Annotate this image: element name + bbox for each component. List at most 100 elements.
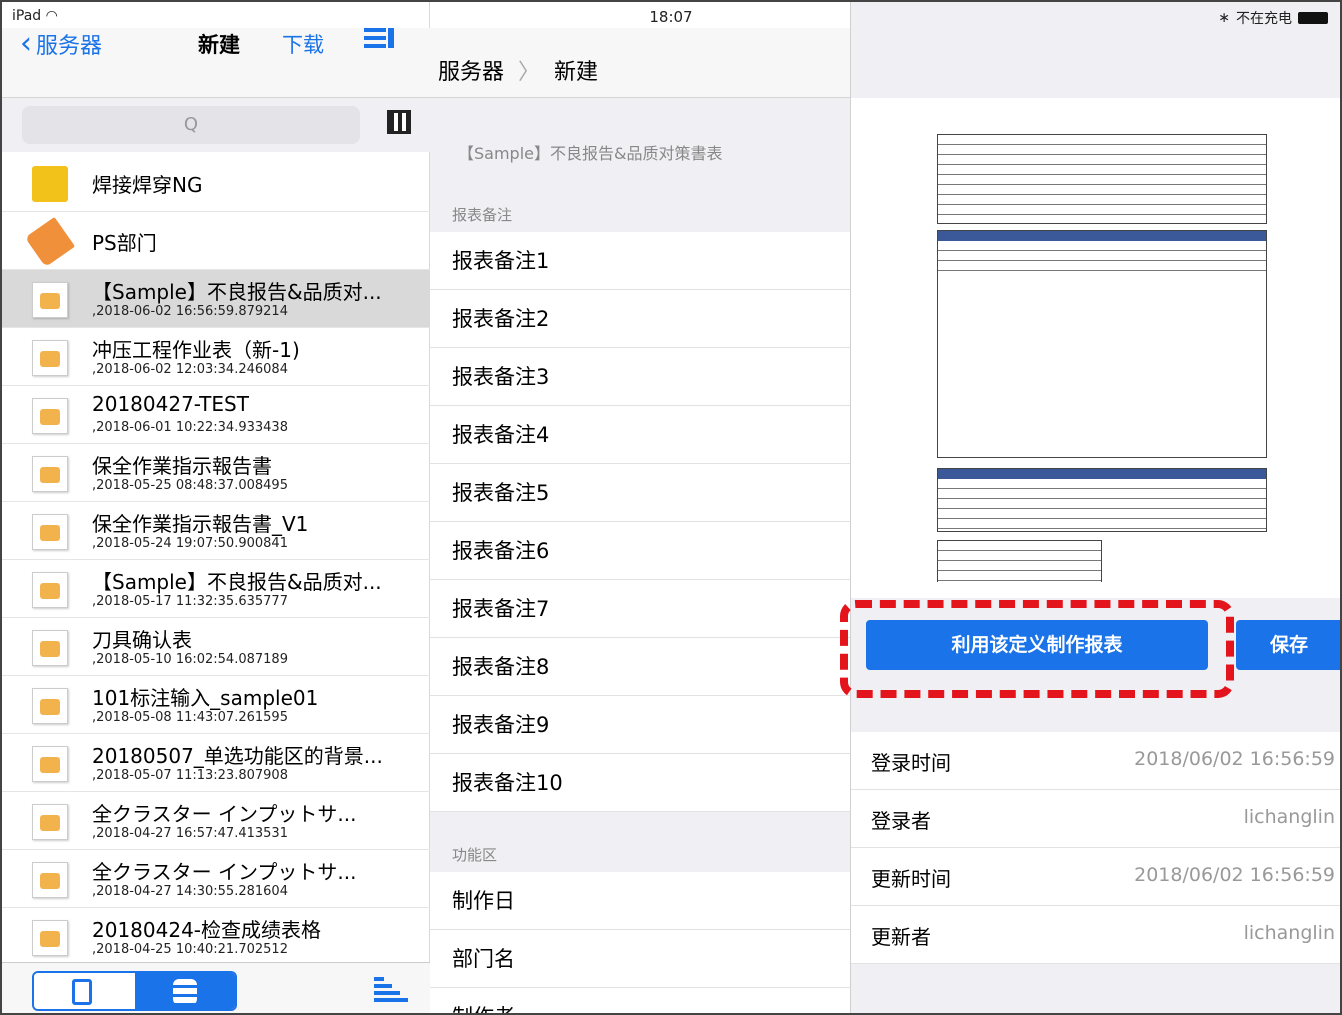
document-icon [32, 746, 68, 782]
file-name: 保全作業指示報告書_V1 [92, 512, 309, 536]
metadata-row: 登录者 lichanglin [851, 790, 1340, 848]
list-item[interactable]: 保全作業指示報告書 ,2018-05-25 08:48:37.008495 [2, 444, 430, 502]
list-item[interactable]: 报表备注4 [430, 406, 850, 464]
list-item[interactable]: 报表备注6 [430, 522, 850, 580]
list-item[interactable]: 制作者 [430, 988, 850, 1013]
file-date: ,2018-06-01 10:22:34.933438 [92, 420, 288, 435]
metadata-list: 登录时间 2018/06/02 16:56:59 登录者 lichanglin 更新… [851, 732, 1340, 964]
document-icon [32, 804, 68, 840]
file-name: 全クラスター インプットサ... [92, 802, 357, 826]
document-icon [32, 340, 68, 376]
file-browser-pane: ‹ 服务器 新建 下载 Q 焊接焊穿NG PS部门 【Sample】不良报告&品… [2, 2, 430, 1013]
list-item[interactable]: 【Sample】不良报告&品质对... ,2018-05-17 11:32:35.… [2, 560, 430, 618]
meta-value: lichanglin [1243, 922, 1335, 944]
list-item[interactable]: 制作日 [430, 872, 850, 930]
meta-value: 2018/06/02 16:56:59 [1134, 864, 1335, 886]
download-button[interactable]: 下载 [282, 29, 324, 59]
source-segmented-control [32, 971, 237, 1011]
sort-icon[interactable] [374, 977, 408, 1005]
file-name: 20180424-检查成绩表格 [92, 918, 322, 942]
file-name: 【Sample】不良报告&品质对... [92, 280, 382, 304]
notes-list: 报表备注1 报表备注2 报表备注3 报表备注4 报表备注5 报表备注6 报表备注… [430, 232, 850, 812]
meta-key: 登录者 [871, 809, 931, 833]
breadcrumb-separator: 〉 [518, 60, 541, 85]
file-date: ,2018-05-25 08:48:37.008495 [92, 478, 288, 493]
file-date: ,2018-06-02 16:56:59.879214 [92, 304, 288, 319]
clock: 18:07 [649, 8, 693, 26]
bottom-toolbar [2, 962, 430, 1013]
list-item[interactable]: 全クラスター インプットサ... ,2018-04-27 16:57:47.413… [2, 792, 430, 850]
file-date: ,2018-04-27 16:57:47.413531 [92, 826, 288, 841]
document-icon [32, 862, 68, 898]
battery-icon [1298, 12, 1328, 24]
file-date: ,2018-05-07 11:13:23.807908 [92, 768, 288, 783]
folder-icon [32, 166, 68, 202]
file-date: ,2018-04-27 14:30:55.281604 [92, 884, 288, 899]
file-date: ,2018-05-10 16:02:54.087189 [92, 652, 288, 667]
meta-key: 登录时间 [871, 751, 951, 775]
list-view-icon[interactable] [364, 28, 394, 52]
document-icon [32, 456, 68, 492]
chevron-left-icon: ‹ [20, 26, 32, 61]
breadcrumb-root[interactable]: 服务器 [438, 54, 504, 86]
list-item[interactable]: 焊接焊穿NG [2, 154, 430, 212]
save-button[interactable]: 保存 [1236, 620, 1340, 670]
back-label: 服务器 [36, 34, 103, 59]
file-name: 【Sample】不良报告&品质对... [92, 570, 382, 594]
list-item[interactable]: 全クラスター インプットサ... ,2018-04-27 14:30:55.281… [2, 850, 430, 908]
new-button[interactable]: 新建 [198, 29, 240, 59]
document-icon [32, 688, 68, 724]
detail-pane: 登录时间 2018/06/02 16:56:59 登录者 lichanglin 更新… [850, 2, 1340, 1013]
list-item[interactable]: 20180424-检查成绩表格 ,2018-04-25 10:40:21.7025… [2, 908, 430, 966]
list-item[interactable]: 部门名 [430, 930, 850, 988]
list-item[interactable]: 报表备注7 [430, 580, 850, 638]
highlight-annotation [840, 600, 1234, 698]
bluetooth-icon: ∗ [1218, 10, 1230, 26]
list-item[interactable]: 报表备注1 [430, 232, 850, 290]
list-item[interactable]: 刀具确认表 ,2018-05-10 16:02:54.087189 [2, 618, 430, 676]
list-item[interactable]: 20180507_单选功能区的背景... ,2018-05-07 11:13:23… [2, 734, 430, 792]
list-item[interactable]: 报表备注3 [430, 348, 850, 406]
list-item[interactable]: 报表备注5 [430, 464, 850, 522]
notes-section-header: 报表备注 [452, 206, 513, 224]
metadata-row: 更新时间 2018/06/02 16:56:59 [851, 848, 1340, 906]
function-section-header: 功能区 [452, 846, 498, 864]
search-icon: Q [183, 114, 199, 135]
form-definition-pane: 【Sample】不良报告&品质对策書表 报表备注 报表备注1 报表备注2 报表备… [430, 98, 850, 1013]
list-item[interactable]: 报表备注9 [430, 696, 850, 754]
list-item[interactable]: 101标注输入_sample01,2018-05-08 11:43:07.261… [2, 676, 430, 734]
file-name: 20180507_单选功能区的背景... [92, 744, 383, 768]
file-name: 焊接焊穿NG [92, 173, 203, 197]
file-name: 刀具确认表 [92, 628, 192, 652]
file-date: ,2018-05-24 19:07:50.900841 [92, 536, 288, 551]
search-row: Q [2, 98, 430, 152]
list-item[interactable]: 冲压工程作业表（新-1) ,2018-06-02 12:03:34.246084 [2, 328, 430, 386]
breadcrumb: 服务器 〉 新建 [438, 54, 598, 86]
list-item[interactable]: 【Sample】不良报告&品质对... ,2018-06-02 16:56:59.… [2, 270, 430, 328]
list-item[interactable]: 报表备注8 [430, 638, 850, 696]
file-name: 冲压工程作业表（新-1) [92, 338, 300, 362]
file-name: PS部门 [92, 231, 157, 255]
document-icon [32, 514, 68, 550]
metadata-row: 登录时间 2018/06/02 16:56:59 [851, 732, 1340, 790]
document-icon [32, 572, 68, 608]
status-bar: iPad ◠ 18:07 ∗ 不在充电 [2, 2, 1340, 28]
qr-code-icon[interactable] [387, 110, 411, 134]
list-item[interactable]: 报表备注2 [430, 290, 850, 348]
list-item[interactable]: 保全作業指示報告書_V1,2018-05-24 19:07:50.900841 [2, 502, 430, 560]
file-date: ,2018-05-08 11:43:07.261595 [92, 710, 288, 725]
tablet-icon [72, 979, 92, 1005]
list-item[interactable]: 报表备注10 [430, 754, 850, 812]
charge-status: 不在充电 [1236, 11, 1292, 27]
server-tab[interactable] [134, 973, 235, 1009]
app-window: ‹ 服务器 新建 下载 Q 焊接焊穿NG PS部门 【Sample】不良报告&品… [0, 0, 1342, 1015]
back-button[interactable]: ‹ 服务器 [20, 28, 102, 60]
list-item[interactable]: 20180427-TEST ,2018-06-01 10:22:34.933438 [2, 386, 430, 444]
tag-icon [24, 216, 76, 268]
meta-value: lichanglin [1243, 806, 1335, 828]
local-device-tab[interactable] [34, 973, 135, 1009]
status-right: ∗ 不在充电 [1218, 8, 1328, 28]
search-input[interactable]: Q [22, 106, 360, 144]
metadata-row: 更新者 lichanglin [851, 906, 1340, 964]
list-item[interactable]: PS部门 [2, 212, 430, 270]
